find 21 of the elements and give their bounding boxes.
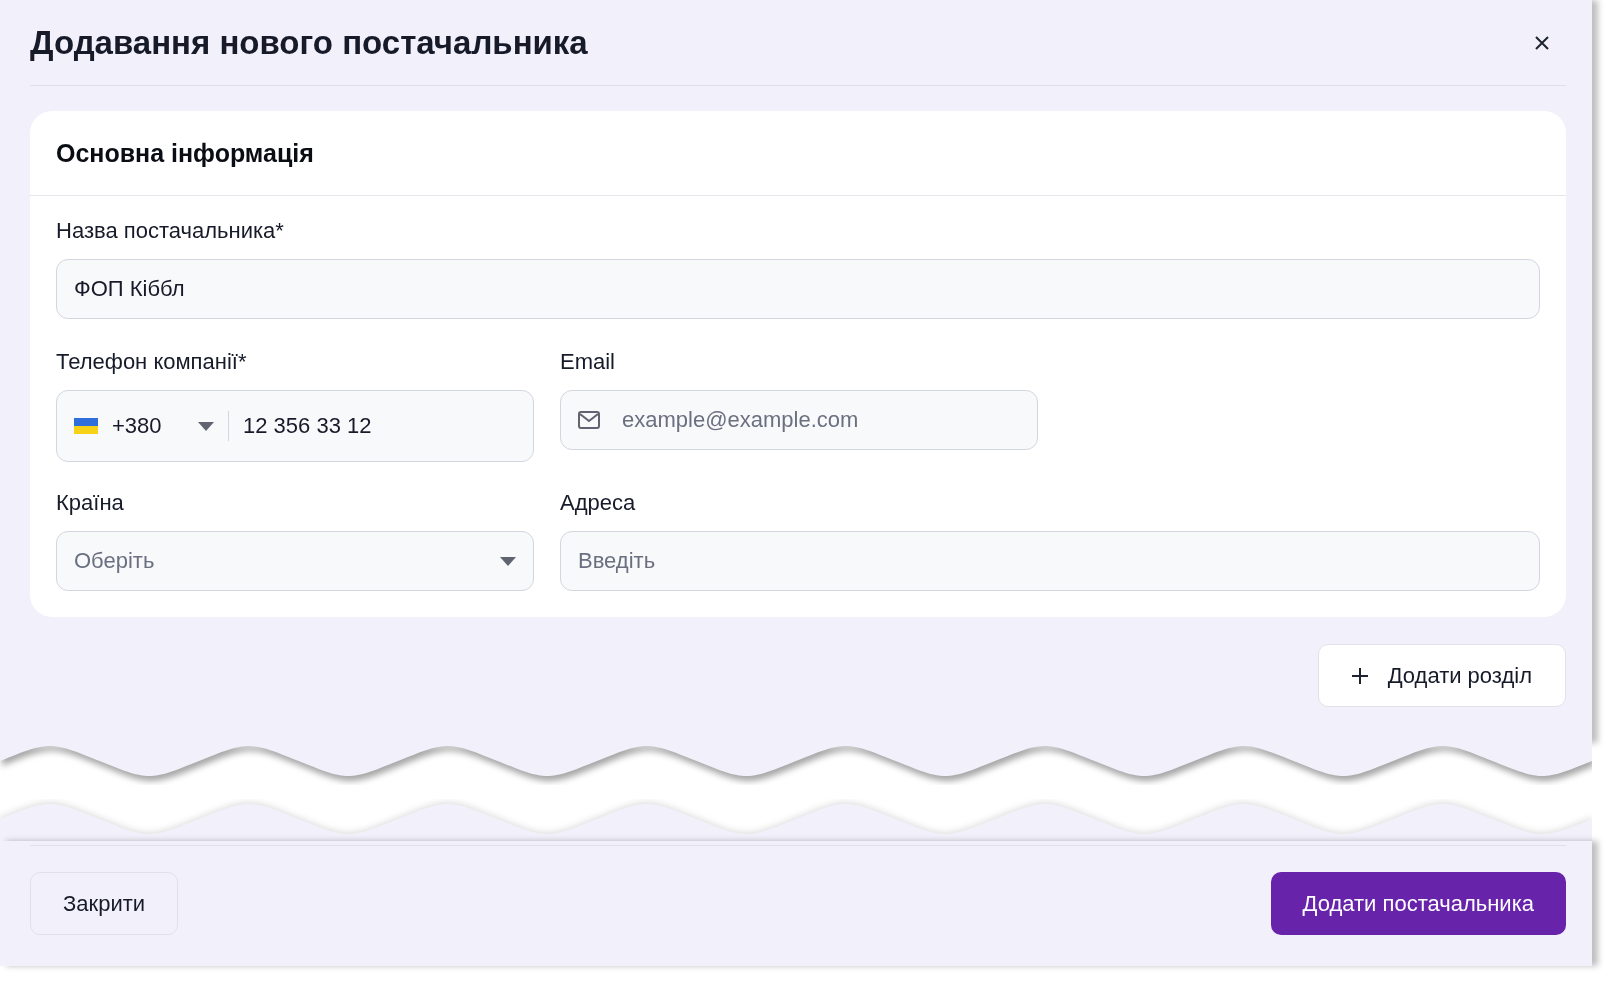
caret-icon [198, 421, 214, 431]
envelope-icon [578, 411, 600, 429]
plus-icon [1351, 667, 1368, 684]
caret-icon [500, 556, 516, 566]
dialog-title: Додавання нового постачальника [30, 23, 588, 62]
field-label: Назва постачальника* [56, 218, 285, 244]
close-button[interactable]: Закрити [30, 872, 179, 935]
email-input-field[interactable]: example@example.com [560, 390, 1038, 450]
address-input-field[interactable]: Введіть [560, 531, 1540, 591]
name-input-field[interactable]: ФОП Кіббл [56, 259, 1540, 319]
field-label: Email [560, 349, 616, 375]
close-icon [1534, 34, 1550, 51]
section-title: Основна інформація [56, 138, 314, 168]
flag-icon [74, 418, 98, 434]
country-select[interactable]: Оберіть [56, 531, 534, 591]
phone-input-field[interactable]: +380 12 356 33 12 [56, 390, 534, 462]
field-label: Країна [56, 490, 125, 516]
field-label: Адреса [560, 490, 637, 516]
submit-button[interactable]: Додати постачальника [1270, 872, 1566, 935]
add-section-button[interactable]: Додати розділ [1317, 644, 1566, 707]
field-label: Телефон компанії* [56, 349, 248, 375]
